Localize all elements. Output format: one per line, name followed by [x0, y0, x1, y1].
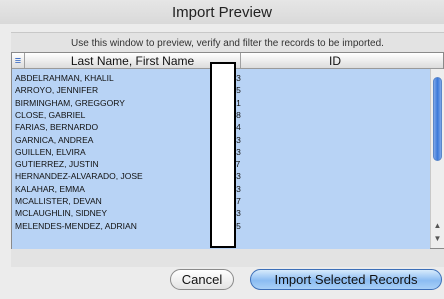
import-selected-records-button[interactable]: Import Selected Records — [250, 269, 442, 290]
row-name: HERNANDEZ-ALVARADO, JOSE — [15, 171, 143, 182]
scrollbar-thumb[interactable] — [433, 77, 442, 161]
row-name: CLOSE, GABRIEL — [15, 109, 86, 120]
row-name: BIRMINGHAM, GREGGORY — [15, 97, 125, 108]
window-titlebar: Import Preview — [0, 0, 444, 24]
arrow-up-icon[interactable]: ▲ — [431, 219, 444, 231]
vertical-scrollbar[interactable]: ▲ ▼ — [430, 69, 444, 248]
row-name: FARIAS, BERNARDO — [15, 122, 99, 133]
row-name: GUTIERREZ, JUSTIN — [15, 159, 99, 170]
row-name: ABDELRAHMAN, KHALIL — [15, 73, 114, 83]
row-name: ARROYO, JENNIFER — [15, 85, 99, 96]
row-name: MCALLISTER, DEVAN — [15, 196, 102, 206]
column-header-name[interactable]: Last Name, First Name — [25, 53, 241, 68]
arrow-down-icon[interactable]: ▼ — [431, 232, 444, 244]
redaction-box — [210, 62, 236, 248]
row-name: KALAHAR, EMMA — [15, 183, 85, 194]
row-name: GARNICA, ANDREA — [15, 134, 94, 145]
column-menu-icon[interactable]: ≡ — [12, 53, 25, 68]
instruction-text: Use this window to preview, verify and f… — [71, 37, 384, 49]
row-name: GUILLEN, ELVIRA — [15, 146, 86, 157]
cancel-button[interactable]: Cancel — [170, 269, 234, 290]
column-header-id[interactable]: ID — [241, 53, 429, 68]
window-title: Import Preview — [171, 3, 273, 21]
row-name: MELENDES-MENDEZ, ADRIAN — [15, 220, 137, 231]
row-name: MCLAUGHLIN, SIDNEY — [15, 208, 108, 219]
